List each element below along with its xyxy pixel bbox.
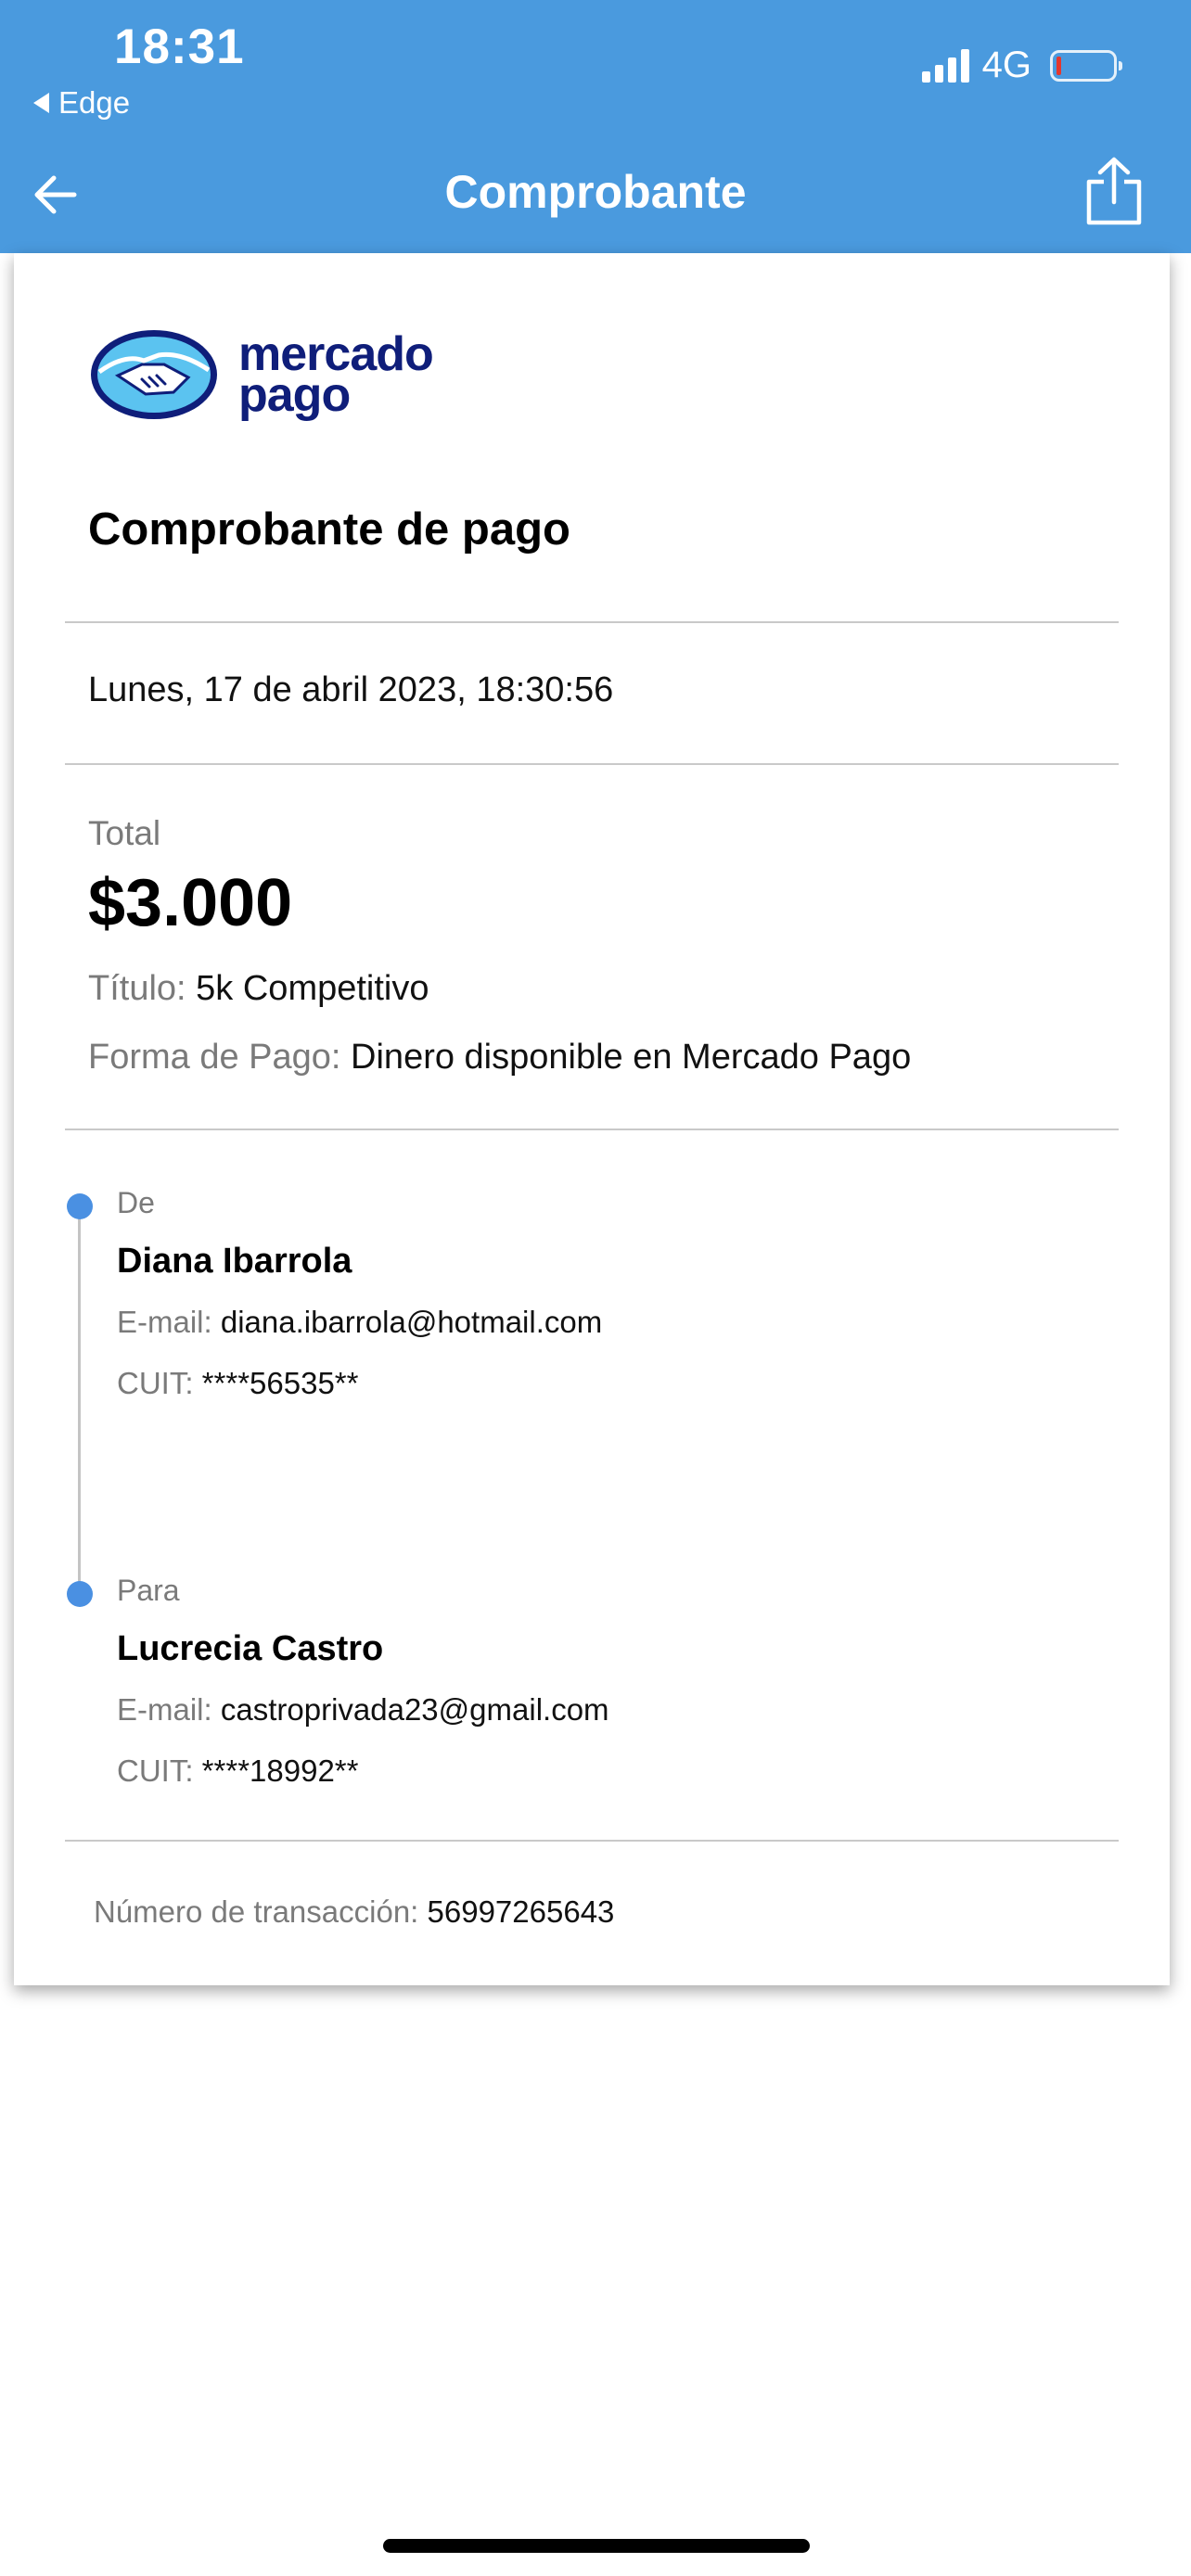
from-email: diana.ibarrola@hotmail.com — [220, 1305, 603, 1339]
back-app-label: Edge — [58, 85, 131, 120]
to-role: Para — [117, 1574, 180, 1607]
from-email-row: E-mail: diana.ibarrola@hotmail.com — [117, 1305, 602, 1340]
timeline-line — [78, 1206, 81, 1594]
from-name: Diana Ibarrola — [117, 1242, 352, 1281]
total-label: Total — [88, 814, 161, 852]
titulo-value: 5k Competitivo — [196, 969, 429, 1008]
from-cuit-row: CUIT: ****56535** — [117, 1366, 359, 1401]
from-role: De — [117, 1186, 155, 1219]
divider — [65, 763, 1119, 765]
transaction-label: Número de transacción: — [94, 1894, 419, 1929]
status-time: 18:31 — [114, 19, 245, 74]
to-cuit: ****18992** — [201, 1753, 359, 1788]
battery-icon — [1050, 49, 1122, 82]
to-cuit-row: CUIT: ****18992** — [117, 1753, 359, 1789]
divider — [65, 621, 1119, 623]
titulo-row: Título: 5k Competitivo — [88, 969, 429, 1009]
payment-method-row: Forma de Pago: Dinero disponible en Merc… — [88, 1038, 911, 1078]
to-email: castroprivada23@gmail.com — [220, 1692, 609, 1727]
network-type: 4G — [981, 45, 1031, 85]
status-indicators: 4G — [921, 45, 1122, 86]
from-cuit-label: CUIT: — [117, 1366, 194, 1400]
divider — [65, 1840, 1119, 1842]
transaction-number: 56997265643 — [427, 1894, 615, 1929]
logo-wordmark: mercado pago — [238, 327, 434, 422]
payment-method-value: Dinero disponible en Mercado Pago — [351, 1038, 912, 1077]
app-header: 18:31 Edge 4G Comprobante — [0, 0, 1191, 253]
from-cuit: ****56535** — [201, 1366, 359, 1400]
from-email-label: E-mail: — [117, 1305, 212, 1339]
timeline-dot-from — [67, 1193, 93, 1219]
home-indicator[interactable] — [383, 2539, 810, 2553]
mercado-pago-logo: mercado pago — [88, 327, 434, 422]
signal-icon — [921, 48, 969, 83]
total-amount: $3.000 — [88, 866, 293, 940]
to-cuit-label: CUIT: — [117, 1753, 194, 1788]
payment-date: Lunes, 17 de abril 2023, 18:30:56 — [88, 670, 614, 709]
divider — [65, 1129, 1119, 1130]
receipt-title: Comprobante de pago — [88, 504, 570, 555]
back-triangle-icon — [33, 93, 49, 113]
handshake-logo-icon — [91, 330, 217, 419]
to-name: Lucrecia Castro — [117, 1629, 384, 1668]
share-icon[interactable] — [1083, 156, 1145, 226]
receipt-card: mercado pago Comprobante de pago Lunes, … — [14, 253, 1170, 1985]
titulo-label: Título: — [88, 969, 186, 1008]
timeline-dot-to — [67, 1581, 93, 1607]
payment-method-label: Forma de Pago: — [88, 1038, 341, 1077]
transaction-row: Número de transacción: 56997265643 — [94, 1894, 614, 1930]
to-email-label: E-mail: — [117, 1692, 212, 1727]
to-email-row: E-mail: castroprivada23@gmail.com — [117, 1692, 609, 1728]
page-title: Comprobante — [444, 166, 747, 218]
back-to-app-link[interactable]: Edge — [33, 85, 130, 121]
